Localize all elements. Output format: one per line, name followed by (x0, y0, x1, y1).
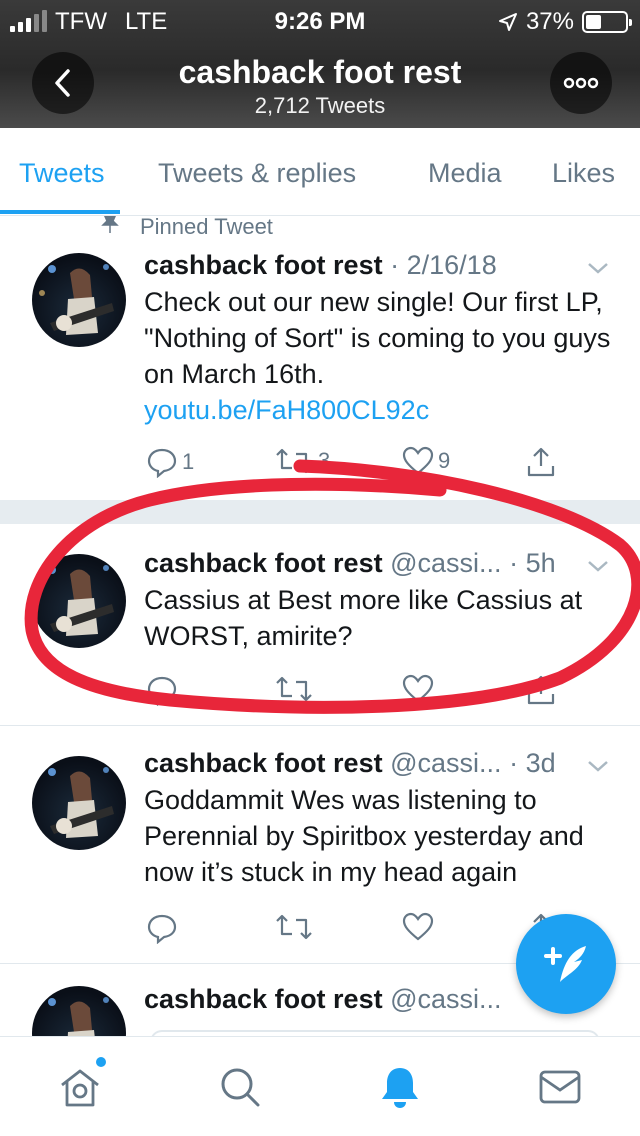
retweet-icon (276, 914, 312, 940)
home-icon (61, 1069, 99, 1107)
back-button[interactable] (32, 52, 94, 114)
tweet-sep: · (390, 250, 400, 280)
retweet-icon (276, 676, 312, 702)
tweet-item[interactable]: cashback foot rest · 2/16/18 Check out o… (0, 216, 640, 500)
tweet-time: 2/16/18 (406, 250, 497, 280)
reply-icon (147, 448, 177, 478)
retweet-button[interactable] (274, 674, 314, 704)
reply-icon (147, 914, 177, 944)
tweet-count: 2,712 Tweets (254, 93, 386, 118)
nav-messages[interactable] (536, 1063, 584, 1111)
heart-icon (402, 912, 434, 941)
share-icon (527, 675, 555, 705)
retweet-icon (276, 448, 312, 474)
retweet-count: 3 (318, 448, 331, 473)
compose-tweet-button[interactable] (516, 914, 616, 1014)
tab-tweets-replies[interactable]: Tweets & replies (158, 158, 356, 189)
like-button[interactable] (402, 674, 434, 704)
chevron-left-icon (55, 69, 70, 97)
nav-home[interactable] (56, 1057, 106, 1111)
tweet-body: Cassius at Best more like Cassius at WOR… (144, 585, 583, 651)
avatar[interactable] (32, 253, 126, 347)
unread-dot (96, 1057, 106, 1067)
tweet-actions (146, 674, 580, 714)
tweet-sep: · (509, 548, 519, 578)
like-count: 9 (438, 448, 451, 473)
tweet-text: Check out our new single! Our first LP, … (144, 284, 612, 428)
tweet-time: 5h (525, 548, 556, 578)
heart-icon (402, 674, 434, 703)
reply-button[interactable] (146, 912, 178, 944)
avatar[interactable] (32, 756, 126, 850)
battery-icon (582, 11, 632, 33)
reply-count: 1 (182, 449, 195, 474)
retweet-button[interactable] (274, 912, 314, 942)
tweet-feed[interactable]: Pinned Tweet cashback foot rest · 2/16/1… (0, 216, 640, 1036)
avatar[interactable] (32, 986, 126, 1036)
notifications-icon (382, 1068, 418, 1108)
status-bar: TFW LTE 9:26 PM 37% (0, 0, 640, 40)
tweet-author[interactable]: cashback foot rest (144, 984, 383, 1014)
share-button[interactable] (526, 674, 556, 706)
search-icon (221, 1068, 260, 1107)
reply-button[interactable]: 1 (146, 446, 194, 478)
tweet-author[interactable]: cashback foot rest (144, 250, 383, 280)
tweet-handle: @cassi... (390, 984, 502, 1014)
tab-likes[interactable]: Likes (552, 158, 615, 189)
like-button[interactable] (402, 912, 434, 942)
share-icon (527, 447, 555, 477)
chevron-down-icon[interactable] (586, 558, 610, 574)
tweet-item[interactable]: cashback foot rest @cassi... · 5h Cassiu… (0, 524, 640, 726)
section-divider (0, 500, 640, 524)
compose-feather-icon (544, 946, 586, 982)
bottom-navigation (0, 1036, 640, 1136)
active-tab-indicator (0, 210, 120, 214)
tweet-body: Check out our new single! Our first LP, … (144, 287, 611, 389)
avatar[interactable] (32, 554, 126, 648)
reply-button[interactable] (146, 674, 178, 706)
tweet-link[interactable]: youtu.be/FaH800CL92c (144, 395, 429, 425)
chevron-down-icon[interactable] (586, 260, 610, 276)
profile-title: cashback foot rest (178, 54, 462, 90)
share-button[interactable] (526, 446, 556, 478)
more-button[interactable] (550, 52, 612, 114)
tweet-actions: 1 3 9 (146, 446, 580, 486)
tweet-body: Goddammit Wes was listening to Perennial… (144, 785, 584, 887)
profile-header: TFW LTE 9:26 PM 37% cashback foot rest 2… (0, 0, 640, 128)
more-dots-icon (563, 77, 599, 89)
tweet-author[interactable]: cashback foot rest (144, 548, 383, 578)
tab-media[interactable]: Media (428, 158, 502, 189)
tweet-handle: @cassi... (390, 548, 502, 578)
profile-tabs: Tweets Tweets & replies Media Likes (0, 128, 640, 216)
tweet-sep: · (509, 748, 519, 778)
location-arrow-icon (498, 13, 517, 31)
battery-percent: 37% (525, 8, 574, 35)
tweet-author[interactable]: cashback foot rest (144, 748, 383, 778)
nav-search[interactable] (216, 1063, 264, 1111)
tab-tweets[interactable]: Tweets (19, 158, 105, 189)
nav-notifications[interactable] (376, 1063, 424, 1111)
tweet-time: 3d (525, 748, 556, 778)
like-button[interactable]: 9 (402, 446, 450, 476)
reply-icon (147, 676, 177, 706)
messages-icon (539, 1070, 581, 1104)
retweet-button[interactable]: 3 (274, 446, 330, 476)
heart-icon (402, 446, 434, 475)
tweet-handle: @cassi... (390, 748, 502, 778)
chevron-down-icon[interactable] (586, 758, 610, 774)
tweet-actions (146, 912, 580, 952)
